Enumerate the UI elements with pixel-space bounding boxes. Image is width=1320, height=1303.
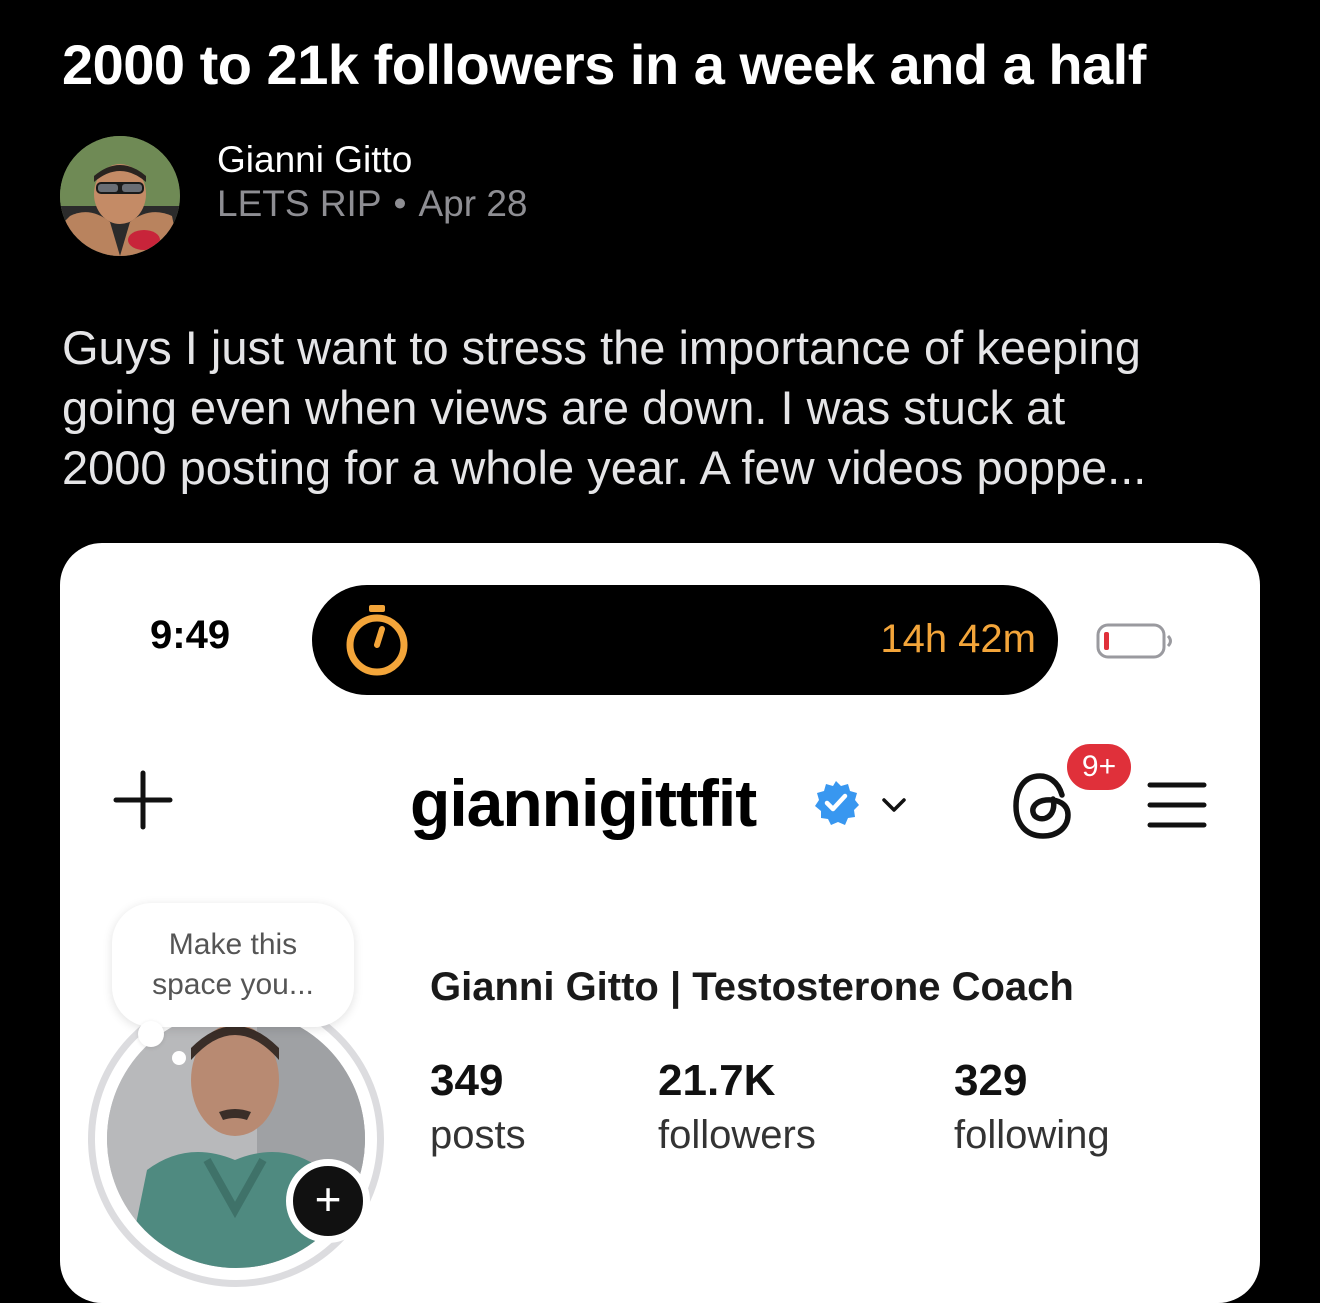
followers-count: 21.7K [658,1056,776,1105]
meta-separator: • [393,183,407,224]
status-time: 9:49 [150,613,231,657]
add-story-button[interactable]: + [286,1159,370,1243]
followers-stat[interactable]: 21.7K followers [658,1053,816,1161]
hamburger-menu-icon[interactable] [1146,779,1208,831]
following-label: following [954,1113,1110,1157]
note-bubble-line: Make this [168,928,298,961]
following-stat[interactable]: 329 following [954,1053,1110,1161]
note-bubble-line: space you... [152,968,314,1001]
threads-icon[interactable] [1010,771,1076,841]
note-bubble-tail [172,1051,186,1065]
notification-badge: 9+ [1064,741,1134,793]
followers-label: followers [658,1113,816,1157]
battery-icon [1096,623,1172,659]
post-title: 2000 to 21k followers in a week and a ha… [62,33,1146,96]
post-body[interactable]: Guys I just want to stress the importanc… [62,318,1262,498]
post-meta: LETS RIP • Apr 28 [217,182,527,226]
profile-avatar[interactable] [88,991,384,1287]
posts-stat[interactable]: 349 posts [430,1053,526,1161]
author-name[interactable]: Gianni Gitto [217,138,412,182]
community-name[interactable]: LETS RIP [217,183,382,224]
profile-full-name: Gianni Gitto | Testosterone Coach [430,965,1074,1009]
post-body-line: 2000 posting for a whole year. A few vid… [62,441,1147,494]
author-avatar[interactable] [60,136,180,256]
timer-value: 14h 42m [880,617,1036,661]
plus-icon[interactable] [112,769,174,831]
embedded-screenshot[interactable]: 9:49 14h 42m giannigittfit 9+ Make this … [60,543,1260,1303]
note-bubble[interactable]: Make this space you... [112,903,354,1027]
username[interactable]: giannigittfit [410,765,757,841]
stopwatch-icon [346,605,408,676]
posts-count: 349 [430,1056,504,1105]
dynamic-island: 14h 42m [312,585,1058,695]
chevron-down-icon[interactable] [878,793,910,817]
post-body-line: Guys I just want to stress the importanc… [62,321,1141,374]
post-date: Apr 28 [418,183,528,224]
posts-label: posts [430,1113,526,1157]
following-count: 329 [954,1056,1028,1105]
post-body-line: going even when views are down. I was st… [62,381,1066,434]
verified-badge-icon [815,781,859,825]
note-bubble-tail [138,1021,164,1047]
